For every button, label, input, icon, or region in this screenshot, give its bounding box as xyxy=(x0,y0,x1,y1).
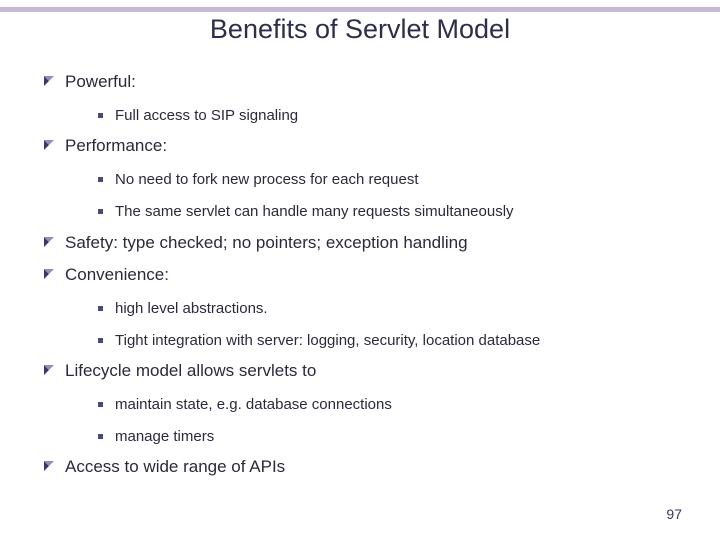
diamond-bullet-icon xyxy=(44,269,54,279)
square-bullet-icon xyxy=(98,434,103,439)
page-number: 97 xyxy=(666,506,682,522)
square-bullet-icon xyxy=(98,113,103,118)
bullet-apis: Access to wide range of APIs xyxy=(44,456,684,479)
slide-content: Powerful: Full access to SIP signaling P… xyxy=(44,62,684,481)
subbullet: No need to fork new process for each req… xyxy=(98,170,684,190)
bullet-text: Access to wide range of APIs xyxy=(65,456,285,479)
slide: Benefits of Servlet Model Powerful: Full… xyxy=(0,0,720,540)
subbullet: high level abstractions. xyxy=(98,299,684,319)
subbullet: maintain state, e.g. database connection… xyxy=(98,395,684,415)
subbullet-text: maintain state, e.g. database connection… xyxy=(115,395,392,415)
diamond-bullet-icon xyxy=(44,461,54,471)
subbullet-text: Full access to SIP signaling xyxy=(115,106,298,126)
subbullet-text: Tight integration with server: logging, … xyxy=(115,331,540,351)
diamond-bullet-icon xyxy=(44,76,54,86)
bullet-convenience: Convenience: xyxy=(44,264,684,287)
square-bullet-icon xyxy=(98,338,103,343)
bullet-performance: Performance: xyxy=(44,135,684,158)
bullet-text: Powerful: xyxy=(65,71,136,94)
bullet-safety: Safety: type checked; no pointers; excep… xyxy=(44,232,684,255)
subbullet-text: manage timers xyxy=(115,427,214,447)
subbullet: Full access to SIP signaling xyxy=(98,106,684,126)
header-band xyxy=(0,7,720,12)
slide-title: Benefits of Servlet Model xyxy=(0,14,720,45)
square-bullet-icon xyxy=(98,402,103,407)
bullet-text: Performance: xyxy=(65,135,167,158)
subbullet-text: No need to fork new process for each req… xyxy=(115,170,419,190)
subbullet-text: high level abstractions. xyxy=(115,299,268,319)
diamond-bullet-icon xyxy=(44,237,54,247)
square-bullet-icon xyxy=(98,306,103,311)
bullet-powerful: Powerful: xyxy=(44,71,684,94)
subbullet: manage timers xyxy=(98,427,684,447)
diamond-bullet-icon xyxy=(44,140,54,150)
subbullet: Tight integration with server: logging, … xyxy=(98,331,684,351)
bullet-lifecycle: Lifecycle model allows servlets to xyxy=(44,360,684,383)
subbullet-text: The same servlet can handle many request… xyxy=(115,202,514,222)
bullet-text: Lifecycle model allows servlets to xyxy=(65,360,316,383)
bullet-text: Convenience: xyxy=(65,264,169,287)
subbullet: The same servlet can handle many request… xyxy=(98,202,684,222)
square-bullet-icon xyxy=(98,177,103,182)
diamond-bullet-icon xyxy=(44,365,54,375)
bullet-text: Safety: type checked; no pointers; excep… xyxy=(65,232,468,255)
square-bullet-icon xyxy=(98,209,103,214)
